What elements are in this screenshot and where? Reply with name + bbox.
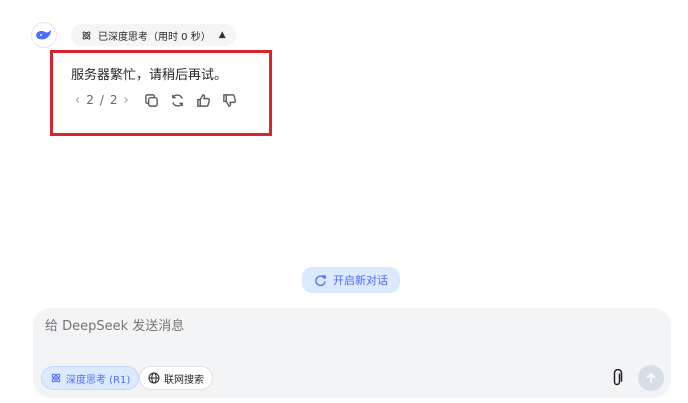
web-search-toggle[interactable]: 联网搜索 bbox=[139, 366, 213, 390]
atom-icon bbox=[82, 31, 91, 39]
whale-logo-icon bbox=[36, 30, 51, 40]
deep-think-label: 深度思考 (R1) bbox=[66, 374, 131, 386]
new-chat-label: 开启新对话 bbox=[333, 274, 388, 287]
message-composer: 深度思考 (R1) 联网搜索 bbox=[33, 308, 671, 398]
globe-icon bbox=[148, 372, 160, 384]
new-chat-button[interactable]: 开启新对话 bbox=[302, 267, 400, 293]
chevron-up-icon: ▲ bbox=[218, 30, 226, 40]
paperclip-icon[interactable] bbox=[607, 367, 627, 389]
refresh-chat-icon bbox=[315, 274, 326, 286]
highlight-box bbox=[50, 50, 272, 136]
send-button[interactable] bbox=[638, 365, 664, 391]
deep-think-toggle[interactable]: 深度思考 (R1) bbox=[41, 366, 140, 390]
arrow-up-icon bbox=[646, 372, 656, 383]
thinking-label: 已深度思考（用时 0 秒） bbox=[98, 31, 211, 43]
message-input[interactable] bbox=[43, 318, 547, 335]
atom-icon bbox=[51, 373, 61, 383]
chat-page: 已深度思考（用时 0 秒） ▲ 服务器繁忙，请稍后再试。 ‹ 2 / 2 › 开… bbox=[0, 0, 688, 403]
deepseek-avatar bbox=[31, 22, 57, 48]
web-search-label: 联网搜索 bbox=[164, 374, 204, 386]
thinking-toggle[interactable]: 已深度思考（用时 0 秒） ▲ bbox=[71, 24, 236, 46]
